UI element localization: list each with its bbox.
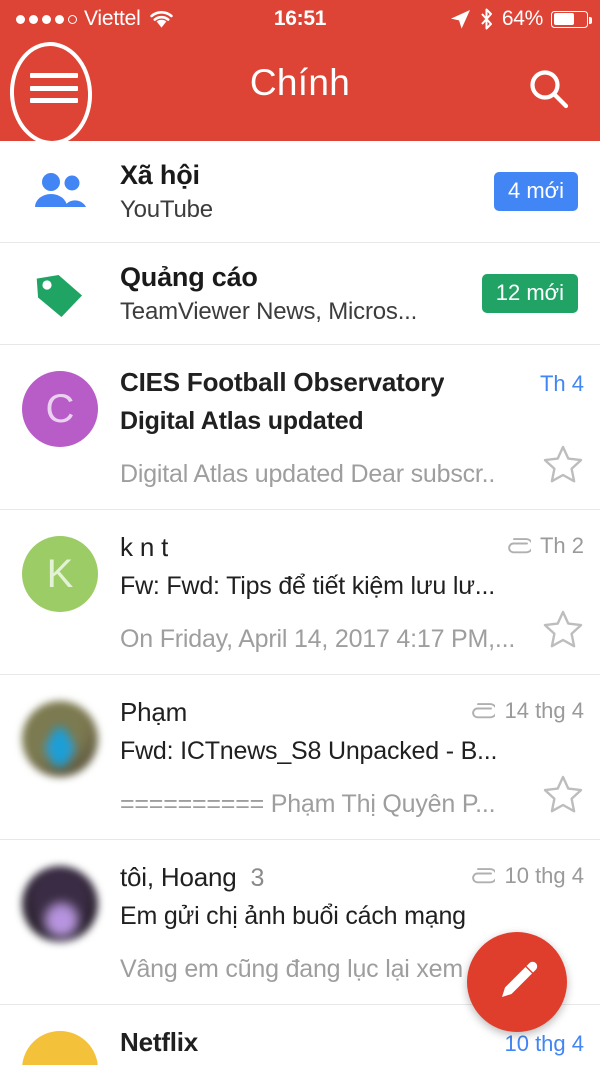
attachment-paperclip-icon [469,701,496,721]
compose-button[interactable] [467,932,567,1032]
people-icon [0,171,120,213]
email-content: CIES Football Observatory Th 4 Digital A… [120,367,600,489]
category-title: Quảng cáo [120,261,258,292]
email-content: Phạm 14 thg 4 Fwd: ICTnews_S8 Unpacked -… [120,697,600,819]
sender-name: tôi, Hoang [120,862,237,892]
sender-name: CIES Football Observatory [120,367,445,397]
email-meta: Th 4 [530,371,584,397]
battery-icon [551,10,592,28]
category-text: Quảng cáo TeamViewer News, Micros... [120,262,482,326]
email-snippet-row: Digital Atlas updated Dear subscr.. [120,444,584,489]
battery-percent-label: 64% [501,7,543,30]
status-bar: Viettel 16:51 64% [0,0,600,38]
avatar[interactable] [22,866,98,942]
email-meta: 10 thg 4 [459,863,584,889]
table-row[interactable]: Phạm 14 thg 4 Fwd: ICTnews_S8 Unpacked -… [0,675,600,840]
avatar-column [0,862,120,942]
email-date: Th 2 [539,533,584,558]
email-subject: Digital Atlas updated [120,407,364,435]
avatar[interactable] [22,701,98,777]
email-date: 10 thg 4 [504,863,584,888]
tag-icon [0,269,120,319]
email-snippet: Digital Atlas updated Dear subscr.. [120,460,496,488]
email-subject: Fwd: ICTnews_S8 Unpacked - B... [120,737,498,765]
email-header-line: k n t Th 2 [120,532,584,563]
star-icon[interactable] [542,609,584,654]
star-icon[interactable] [542,444,584,489]
list-item-category-promotions[interactable]: Quảng cáo TeamViewer News, Micros... 12 … [0,243,600,345]
avatar-column: C [0,367,120,447]
avatar-column: K [0,532,120,612]
email-content: k n t Th 2 Fw: Fwd: Tips để tiết kiệm lư… [120,532,600,654]
email-date: Th 4 [539,371,584,396]
email-snippet-row: On Friday, April 14, 2017 4:17 PM,... [120,609,584,654]
status-badge: 4 mới [494,172,578,211]
sender-name: Phạm [120,697,188,727]
avatar[interactable] [22,1031,98,1065]
table-row[interactable]: K k n t Th 2 Fw: Fwd: Tips để tiết kiệm … [0,510,600,675]
status-badge: 12 mới [481,274,578,313]
conversation-count: 3 [250,864,265,892]
email-subject: Em gửi chị ảnh buổi cách mạng [120,902,466,930]
email-snippet: On Friday, April 14, 2017 4:17 PM,... [120,625,516,653]
email-content: Netflix 10 thg 4 [120,1027,600,1058]
attachment-paperclip-icon [505,536,531,556]
category-subtitle: TeamViewer News, Micros... [120,297,418,325]
email-meta: Th 2 [495,533,584,559]
search-icon[interactable] [526,66,572,112]
email-header-line: CIES Football Observatory Th 4 [120,367,584,398]
star-icon[interactable] [542,774,584,819]
avatar[interactable]: K [22,536,98,612]
app-header: Chính [0,38,600,141]
category-text: Xã hội YouTube [120,160,494,224]
page-title: Chính [249,62,351,103]
compose-pencil-icon [492,957,542,1007]
table-row[interactable]: C CIES Football Observatory Th 4 Digital… [0,345,600,510]
email-meta: 10 thg 4 [494,1031,584,1057]
list-item-category-social[interactable]: Xã hội YouTube 4 mới [0,141,600,243]
email-list[interactable]: Xã hội YouTube 4 mới Quảng cáo TeamViewe… [0,141,600,1065]
sender-name: k n t [120,532,169,562]
email-subject: Fw: Fwd: Tips để tiết kiệm lưu lư... [120,572,495,600]
email-meta: 14 thg 4 [459,698,584,724]
sender-name: Netflix [120,1027,199,1057]
avatar-column [0,697,120,777]
email-snippet: ========== Phạm Thị Quyên P... [120,790,496,818]
email-date: 14 thg 4 [504,698,584,723]
status-bar-right: 64% [450,7,592,31]
category-title: Xã hội [120,159,200,190]
bluetooth-icon [479,8,494,30]
email-snippet-row: ========== Phạm Thị Quyên P... [120,774,584,819]
location-arrow-icon [450,9,471,30]
email-header-line: Phạm 14 thg 4 [120,697,584,728]
email-header-line: tôi, Hoang 3 10 thg 4 [120,862,584,893]
avatar[interactable]: C [22,371,98,447]
gmail-inbox-screen: Viettel 16:51 64% Chính Xã hội YouTube 4… [0,0,600,1065]
category-subtitle: YouTube [120,195,213,223]
attachment-paperclip-icon [469,866,496,886]
email-date: 10 thg 4 [504,1031,584,1056]
avatar-column [0,1027,120,1065]
